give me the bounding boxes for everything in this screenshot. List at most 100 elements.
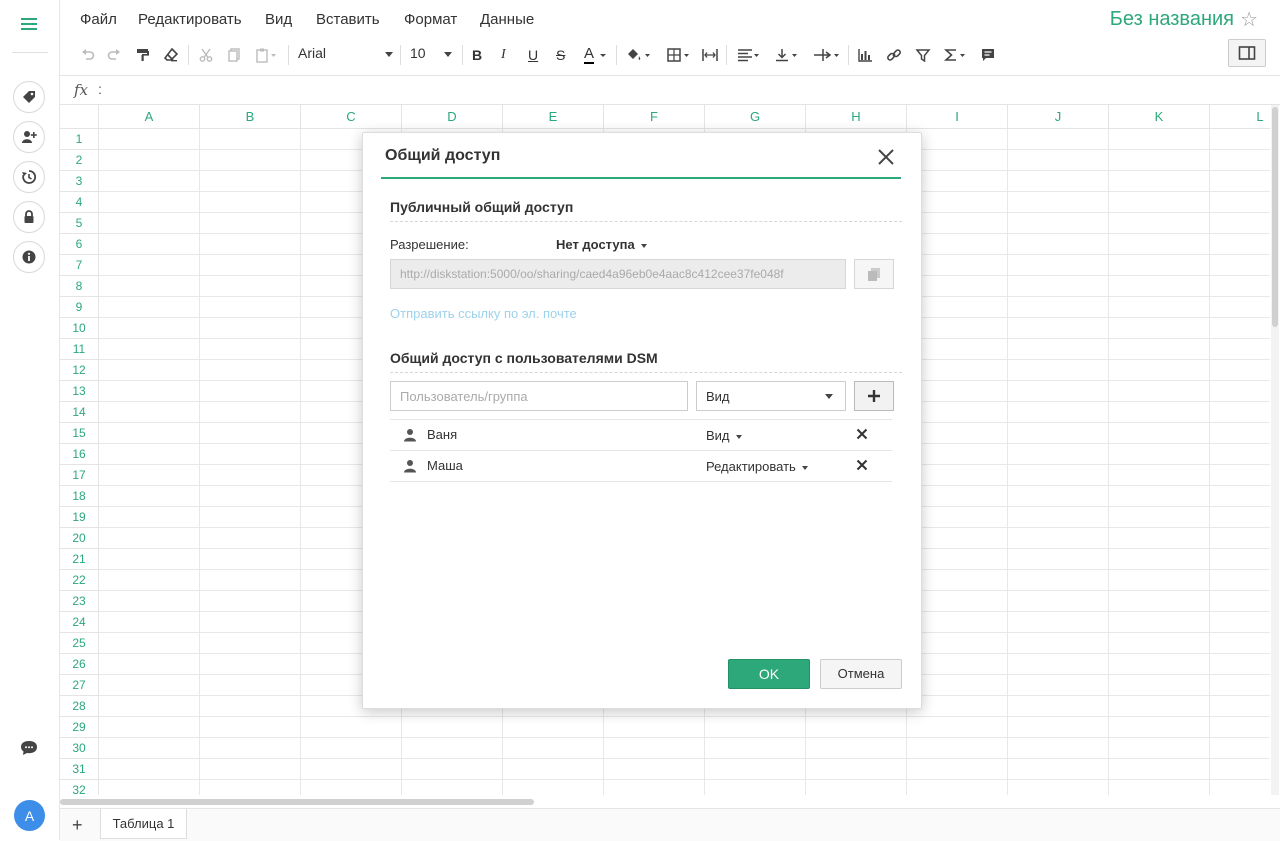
label-button[interactable] — [13, 81, 45, 113]
history-button[interactable] — [13, 161, 45, 193]
formula-bar[interactable]: fx : — [60, 76, 1280, 105]
row-header[interactable]: 19 — [60, 507, 99, 528]
column-header[interactable]: E — [503, 105, 604, 129]
email-link[interactable]: Отправить ссылку по эл. почте — [390, 306, 577, 321]
borders-icon[interactable] — [666, 44, 692, 66]
row-header[interactable]: 25 — [60, 633, 99, 654]
column-header[interactable]: G — [705, 105, 806, 129]
row-header[interactable]: 14 — [60, 402, 99, 423]
user-role-dropdown[interactable]: Вид — [706, 428, 742, 443]
row-header[interactable]: 31 — [60, 759, 99, 780]
row-header[interactable]: 12 — [60, 360, 99, 381]
font-size-select[interactable]: 10 — [410, 45, 452, 65]
row-header[interactable]: 6 — [60, 234, 99, 255]
clear-format-icon[interactable] — [163, 44, 179, 66]
column-header[interactable]: B — [200, 105, 301, 129]
hamburger-menu-icon[interactable] — [17, 14, 41, 34]
row-header[interactable]: 15 — [60, 423, 99, 444]
fill-color-icon[interactable] — [625, 44, 653, 66]
ok-button[interactable]: OK — [728, 659, 810, 689]
row-header[interactable]: 7 — [60, 255, 99, 276]
row-header[interactable]: 28 — [60, 696, 99, 717]
row-header[interactable]: 4 — [60, 192, 99, 213]
row-header[interactable]: 27 — [60, 675, 99, 696]
vertical-scrollbar[interactable] — [1271, 105, 1279, 795]
row-header[interactable]: 3 — [60, 171, 99, 192]
remove-user-icon[interactable] — [856, 428, 868, 440]
row-header[interactable]: 2 — [60, 150, 99, 171]
cancel-button[interactable]: Отмена — [820, 659, 902, 689]
underline-button[interactable]: U — [528, 44, 538, 66]
menu-view[interactable]: Вид — [265, 11, 292, 28]
add-sheet-button[interactable]: + — [72, 815, 83, 836]
corner-cell[interactable] — [60, 105, 99, 129]
row-header[interactable]: 8 — [60, 276, 99, 297]
row-header[interactable]: 24 — [60, 612, 99, 633]
row-header[interactable]: 11 — [60, 339, 99, 360]
user-group-input[interactable] — [390, 381, 688, 411]
star-icon[interactable]: ☆ — [1240, 7, 1258, 32]
menu-format[interactable]: Формат — [404, 11, 457, 28]
toggle-panel-button[interactable] — [1228, 39, 1266, 67]
link-icon[interactable] — [886, 44, 902, 66]
row-header[interactable]: 16 — [60, 444, 99, 465]
row-header[interactable]: 32 — [60, 780, 99, 795]
sheet-tab[interactable]: Таблица 1 — [100, 809, 187, 839]
column-header[interactable]: A — [99, 105, 200, 129]
row-header[interactable]: 20 — [60, 528, 99, 549]
avatar[interactable]: A — [14, 800, 45, 831]
row-header[interactable]: 22 — [60, 570, 99, 591]
column-header[interactable]: H — [806, 105, 907, 129]
row-header[interactable]: 21 — [60, 549, 99, 570]
close-icon[interactable] — [875, 146, 897, 168]
add-user-button[interactable] — [854, 381, 894, 411]
menu-insert[interactable]: Вставить — [316, 11, 380, 28]
column-header[interactable]: J — [1008, 105, 1109, 129]
cut-icon[interactable] — [198, 44, 214, 66]
font-family-select[interactable]: Arial — [298, 45, 393, 65]
menu-edit[interactable]: Редактировать — [138, 11, 242, 28]
menu-file[interactable]: Файл — [80, 11, 117, 28]
chevron-down-icon[interactable] — [598, 44, 608, 66]
row-header[interactable]: 18 — [60, 486, 99, 507]
paste-icon[interactable] — [254, 44, 278, 66]
chart-icon[interactable] — [857, 44, 873, 66]
undo-icon[interactable] — [80, 44, 96, 66]
filter-icon[interactable] — [915, 44, 931, 66]
copy-icon[interactable] — [226, 44, 242, 66]
row-header[interactable]: 10 — [60, 318, 99, 339]
row-header[interactable]: 13 — [60, 381, 99, 402]
vertical-align-icon[interactable] — [774, 44, 800, 66]
info-button[interactable] — [13, 241, 45, 273]
row-header[interactable]: 9 — [60, 297, 99, 318]
scroll-thumb[interactable] — [60, 799, 534, 805]
bold-button[interactable]: B — [472, 44, 482, 66]
font-color-button[interactable]: A — [584, 44, 595, 64]
row-header[interactable]: 26 — [60, 654, 99, 675]
column-header[interactable]: K — [1109, 105, 1210, 129]
paint-format-icon[interactable] — [135, 44, 151, 66]
text-wrap-icon[interactable] — [812, 44, 842, 66]
chat-icon[interactable] — [17, 738, 41, 758]
comment-icon[interactable] — [980, 44, 996, 66]
menu-data[interactable]: Данные — [480, 11, 534, 28]
row-header[interactable]: 23 — [60, 591, 99, 612]
user-role-dropdown[interactable]: Редактировать — [706, 459, 808, 474]
redo-icon[interactable] — [106, 44, 122, 66]
column-header[interactable]: C — [301, 105, 402, 129]
role-select[interactable]: Вид — [696, 381, 846, 411]
merge-cells-icon[interactable] — [701, 44, 719, 66]
function-sum-icon[interactable] — [943, 44, 969, 66]
lock-button[interactable] — [13, 201, 45, 233]
row-header[interactable]: 5 — [60, 213, 99, 234]
column-header[interactable]: L — [1210, 105, 1270, 129]
share-link-field[interactable] — [390, 259, 846, 289]
row-header[interactable]: 1 — [60, 129, 99, 150]
row-header[interactable]: 17 — [60, 465, 99, 486]
column-header[interactable]: I — [907, 105, 1008, 129]
align-icon[interactable] — [736, 44, 762, 66]
strikethrough-button[interactable]: S — [556, 44, 565, 66]
scroll-thumb[interactable] — [1272, 107, 1278, 327]
row-header[interactable]: 29 — [60, 717, 99, 738]
column-header[interactable]: F — [604, 105, 705, 129]
